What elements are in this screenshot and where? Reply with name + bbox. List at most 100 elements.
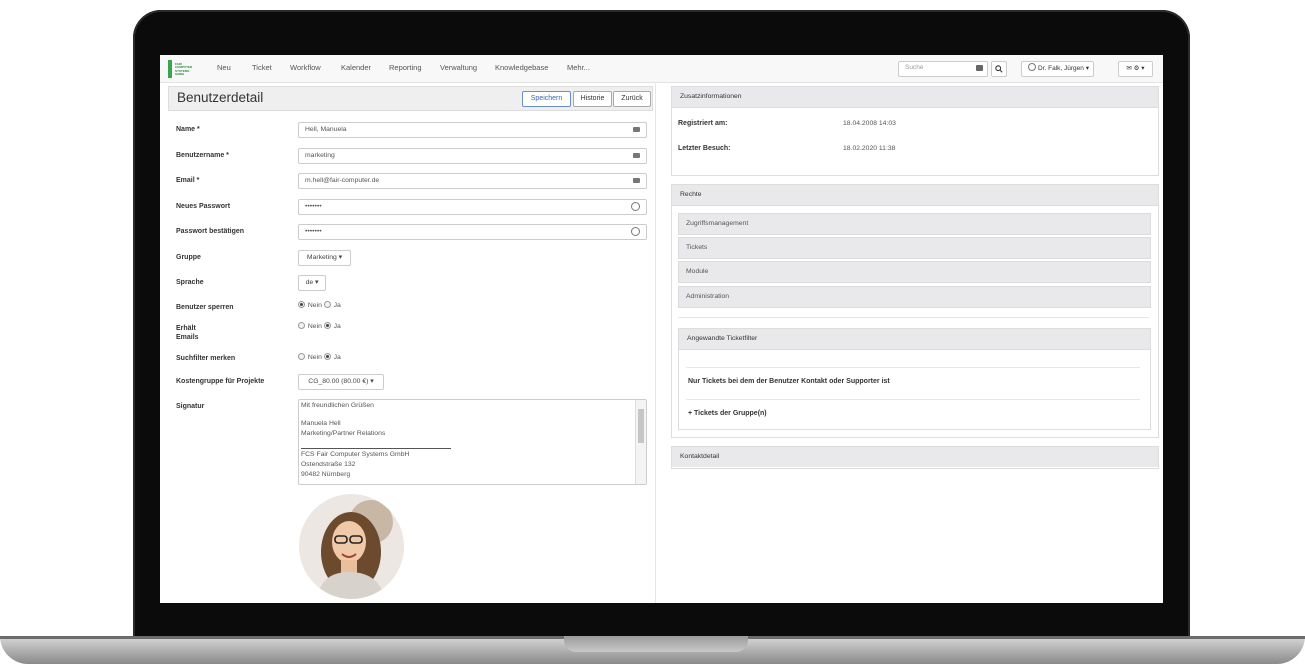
- mail-gear-icons: ✉ ⚙ ▾: [1126, 65, 1145, 72]
- email-label: Email *: [176, 177, 200, 184]
- name-label: Name *: [176, 126, 200, 133]
- filter-no-radio[interactable]: [298, 353, 305, 360]
- email-field[interactable]: m.hell@fair-computer.de: [298, 173, 647, 189]
- divider: [686, 399, 1140, 400]
- signature-line: 90482 Nürnberg: [301, 471, 351, 478]
- chevron-down-icon: ▾: [1085, 65, 1089, 72]
- registered-value: 18.04.2008 14:03: [843, 120, 896, 127]
- additional-info-title: Zusatzinformationen: [680, 93, 742, 100]
- company-logo[interactable]: FAIR COMPUTER SYSTEMS GMBH: [168, 60, 193, 78]
- accordion-label: Zugriffsmanagement: [686, 220, 749, 227]
- filter-yes-label: Ja: [333, 354, 341, 361]
- nav-neu[interactable]: Neu: [217, 63, 231, 72]
- lock-no-label: Nein: [307, 302, 322, 309]
- accordion-administration[interactable]: Administration: [678, 286, 1151, 308]
- show-password-icon[interactable]: [631, 227, 640, 236]
- confirm-password-value: •••••••: [305, 227, 322, 235]
- emails-no-radio[interactable]: [298, 322, 305, 329]
- new-password-label: Neues Passwort: [176, 203, 231, 210]
- signature-line: Ostendstraße 132: [301, 461, 356, 468]
- lock-yes-radio[interactable]: [323, 301, 331, 308]
- save-button[interactable]: Speichern: [522, 91, 571, 107]
- cost-group-dropdown[interactable]: CG_80.00 (80.00 €) ▾: [298, 374, 384, 390]
- lock-no-radio[interactable]: [298, 301, 305, 308]
- textarea-scrollbar[interactable]: [635, 400, 646, 484]
- lock-user-label: Benutzer sperren: [176, 304, 234, 311]
- signature-separator: [301, 448, 451, 449]
- accordion-label: Module: [686, 268, 709, 275]
- user-name: Dr. Falk, Jürgen: [1038, 65, 1084, 72]
- user-detail-header: Benutzerdetail Speichern Historie Zurück: [168, 86, 653, 111]
- keyboard-icon: [633, 178, 640, 183]
- keyboard-icon: [633, 153, 640, 158]
- app-screen: FAIR COMPUTER SYSTEMS GMBH Neu Ticket Wo…: [160, 55, 1163, 603]
- user-icon: [1028, 63, 1036, 71]
- laptop-base: [0, 636, 1305, 664]
- group-label: Gruppe: [176, 254, 201, 261]
- top-navbar: FAIR COMPUTER SYSTEMS GMBH Neu Ticket Wo…: [160, 55, 1163, 83]
- nav-knowledgebase[interactable]: Knowledgebase: [495, 63, 548, 72]
- avatar: [299, 494, 404, 599]
- page-title: Benutzerdetail: [177, 90, 264, 105]
- signature-line: FCS Fair Computer Systems GmbH: [301, 451, 410, 458]
- group-dropdown[interactable]: Marketing ▾: [298, 250, 351, 266]
- ticket-filter-group: + Tickets der Gruppe(n): [688, 410, 767, 417]
- nav-kalender[interactable]: Kalender: [341, 63, 371, 72]
- cost-group-label: Kostengruppe für Projekte: [176, 378, 265, 385]
- user-photo: [299, 494, 404, 599]
- new-password-value: •••••••: [305, 202, 322, 210]
- emails-no-label: Nein: [307, 323, 322, 330]
- nav-verwaltung[interactable]: Verwaltung: [440, 63, 477, 72]
- receive-emails-label-1: Erhält: [176, 325, 196, 332]
- search-button[interactable]: [991, 61, 1007, 77]
- emails-yes-radio[interactable]: [323, 322, 331, 329]
- mail-settings-button[interactable]: ✉ ⚙ ▾: [1118, 61, 1153, 77]
- receive-emails-label-2: Emails: [176, 334, 199, 341]
- new-password-field[interactable]: •••••••: [298, 199, 647, 215]
- keyboard-icon: [633, 127, 640, 132]
- column-divider: [655, 82, 656, 603]
- username-field[interactable]: marketing: [298, 148, 647, 164]
- show-password-icon[interactable]: [631, 202, 640, 211]
- accordion-modules[interactable]: Module: [678, 261, 1151, 283]
- search-placeholder: Suche: [905, 64, 924, 71]
- last-visit-value: 18.02.2020 11:38: [843, 145, 896, 152]
- search-icon: [995, 65, 1003, 73]
- save-filter-radio-group: Nein Ja: [298, 353, 341, 361]
- signature-label: Signatur: [176, 403, 205, 410]
- name-field[interactable]: Hell, Manuela: [298, 122, 647, 138]
- nav-mehr[interactable]: Mehr...: [567, 63, 590, 72]
- language-label: Sprache: [176, 279, 204, 286]
- username-value: marketing: [305, 151, 335, 159]
- user-menu-button[interactable]: Dr. Falk, Jürgen ▾: [1021, 61, 1094, 77]
- nav-reporting[interactable]: Reporting: [389, 63, 422, 72]
- signature-line: Mit freundlichen Grüßen: [301, 402, 374, 409]
- registered-label: Registriert am:: [678, 120, 728, 127]
- logo-text: FAIR COMPUTER SYSTEMS GMBH: [175, 62, 193, 76]
- username-label: Benutzername *: [176, 152, 229, 159]
- search-input[interactable]: Suche: [898, 61, 988, 77]
- lock-user-radio-group: Nein Ja: [298, 301, 341, 309]
- language-dropdown[interactable]: de ▾: [298, 275, 326, 291]
- accordion-tickets[interactable]: Tickets: [678, 237, 1151, 259]
- confirm-password-label: Passwort bestätigen: [176, 228, 245, 235]
- additional-info-panel: Zusatzinformationen: [671, 86, 1159, 176]
- ticket-filter-rule: Nur Tickets bei dem der Benutzer Kontakt…: [688, 378, 890, 385]
- confirm-password-field[interactable]: •••••••: [298, 224, 647, 240]
- accordion-access-management[interactable]: Zugriffsmanagement: [678, 213, 1151, 235]
- signature-line: Manuela Hell: [301, 420, 341, 427]
- receive-emails-radio-group: Nein Ja: [298, 322, 341, 330]
- keyboard-icon: [976, 65, 983, 71]
- rights-title: Rechte: [680, 191, 702, 198]
- signature-textarea[interactable]: Mit freundlichen Grüßen Manuela Hell Mar…: [298, 399, 647, 485]
- contact-detail-panel[interactable]: Kontaktdetail: [671, 446, 1159, 469]
- divider: [686, 367, 1140, 368]
- history-button[interactable]: Historie: [573, 91, 612, 107]
- filter-yes-radio[interactable]: [323, 353, 331, 360]
- back-button[interactable]: Zurück: [613, 91, 651, 107]
- last-visit-label: Letzter Besuch:: [678, 145, 731, 152]
- save-filter-label: Suchfilter merken: [176, 355, 236, 362]
- ticket-filter-title: Angewandte Ticketfilter: [687, 335, 758, 342]
- nav-workflow[interactable]: Workflow: [290, 63, 321, 72]
- nav-ticket[interactable]: Ticket: [252, 63, 272, 72]
